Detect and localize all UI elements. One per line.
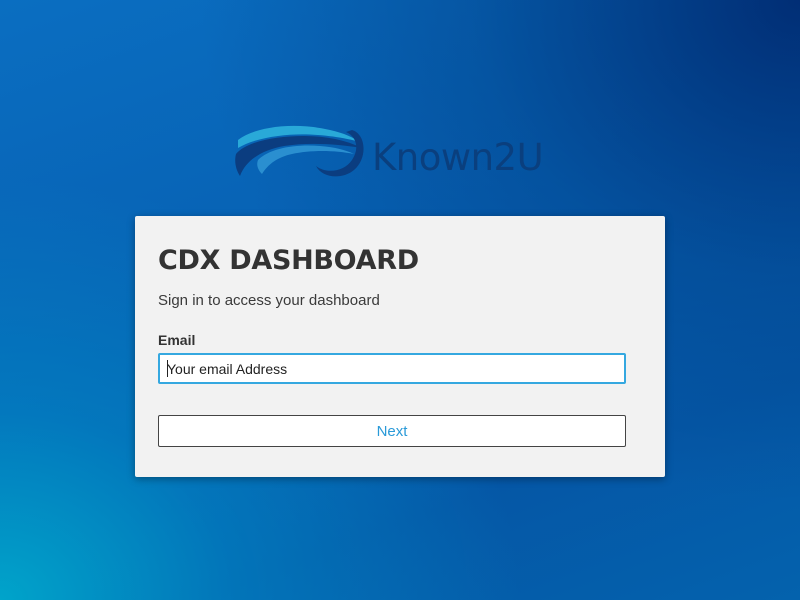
brand-name: Known2U: [372, 135, 544, 179]
wave-swoosh-icon: [235, 125, 364, 177]
page-title: CDX DASHBOARD: [158, 245, 419, 276]
known2u-logo: Known2U: [234, 120, 574, 188]
email-label: Email: [158, 332, 196, 348]
email-field[interactable]: [158, 353, 626, 384]
login-card: CDX DASHBOARD Sign in to access your das…: [135, 216, 665, 477]
page-subtitle: Sign in to access your dashboard: [158, 292, 380, 309]
next-button[interactable]: Next: [158, 415, 626, 447]
text-caret: [167, 360, 168, 377]
